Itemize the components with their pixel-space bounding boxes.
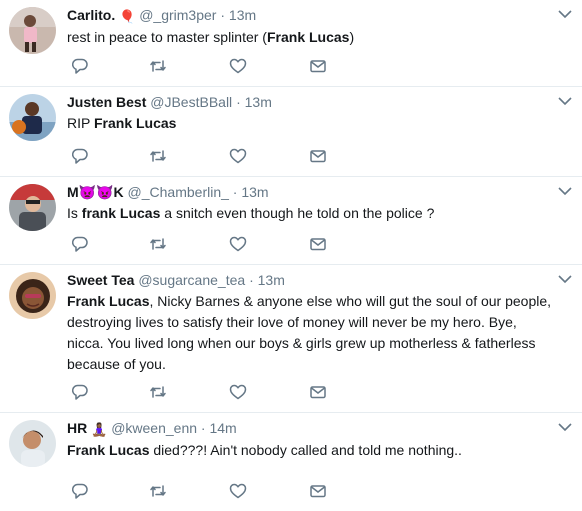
tweet-header: Sweet Tea @sugarcane_tea · 13m [67,271,552,290]
tweet-text-part: a snitch even though he told on the poli… [160,205,435,221]
direct-message-icon[interactable] [309,383,327,401]
tweet-text: Frank Lucas, Nicky Barnes & anyone else … [67,291,552,375]
reply-icon[interactable] [71,235,89,253]
tweet-header: M👿👿K @_Chamberlin_ · 13m [67,183,552,202]
tweet[interactable]: Justen Best @JBestBBall · 13m RIP Frank … [0,87,582,177]
username[interactable]: @sugarcane_tea [138,272,245,288]
reply-icon[interactable] [71,383,89,401]
retweet-icon[interactable] [149,147,167,165]
chevron-down-icon[interactable] [558,9,572,19]
tweet-text: Frank Lucas died???! Ain't nobody called… [67,440,552,461]
reply-icon[interactable] [71,57,89,75]
separator-dot: · [200,420,206,436]
display-name[interactable]: M👿👿K [67,184,124,200]
chevron-down-icon[interactable] [558,422,572,432]
like-icon[interactable] [229,482,247,500]
username[interactable]: @kween_enn [111,420,197,436]
tweet-text-highlight: frank Lucas [81,205,161,221]
display-name[interactable]: HR [67,420,87,436]
tweet-text-highlight: Frank Lucas [67,293,150,309]
tweet-text-highlight: Frank Lucas [67,442,150,458]
tweet-text-highlight: Frank Lucas [93,115,177,131]
like-icon[interactable] [229,383,247,401]
name-emoji: 🎈 [119,9,136,24]
tweet-text: RIP Frank Lucas [67,113,552,134]
display-name[interactable]: Carlito. [67,7,115,23]
separator-dot: · [249,272,254,288]
tweet[interactable]: M👿👿K @_Chamberlin_ · 13m Is frank Lucas … [0,177,582,265]
tweet-header: Carlito. 🎈 @_grim3per · 13m [67,6,552,26]
retweet-icon[interactable] [149,235,167,253]
chevron-down-icon[interactable] [558,96,572,106]
tweet-header: Justen Best @JBestBBall · 13m [67,93,552,112]
direct-message-icon[interactable] [309,482,327,500]
tweet[interactable]: Sweet Tea @sugarcane_tea · 13m Frank Luc… [0,265,582,413]
tweet-actions [71,57,331,75]
timestamp[interactable]: 13m [241,184,268,200]
tweet-actions [71,383,331,401]
tweet-header: HR 🧘🏾‍♀️ @kween_enn · 14m [67,419,552,439]
avatar[interactable] [9,7,56,54]
tweet[interactable]: Carlito. 🎈 @_grim3per · 13m rest in peac… [0,0,582,87]
retweet-icon[interactable] [149,57,167,75]
reply-icon[interactable] [71,147,89,165]
avatar[interactable] [9,94,56,141]
tweet-text-part: Is [67,205,82,221]
tweet-text-part: RIP [67,115,94,131]
avatar[interactable] [9,272,56,319]
tweet-text: rest in peace to master splinter (Frank … [67,27,552,48]
timestamp[interactable]: 13m [258,272,285,288]
tweet[interactable]: HR 🧘🏾‍♀️ @kween_enn · 14m Frank Lucas di… [0,413,582,511]
chevron-down-icon[interactable] [558,274,572,284]
like-icon[interactable] [229,57,247,75]
tweet-text-part: rest in peace to master splinter ( [67,29,267,45]
separator-dot: · [232,184,238,200]
display-name[interactable]: Justen Best [67,94,146,110]
tweet-text: Is frank Lucas a snitch even though he t… [67,203,552,224]
direct-message-icon[interactable] [309,235,327,253]
tweet-text-part: ) [349,29,355,45]
avatar[interactable] [9,420,56,467]
separator-dot: · [220,7,226,23]
timestamp[interactable]: 13m [229,7,256,23]
username[interactable]: @_Chamberlin_ [128,184,229,200]
chevron-down-icon[interactable] [558,186,572,196]
username[interactable]: @JBestBBall [150,94,232,110]
tweet-actions [71,235,331,253]
reply-icon[interactable] [71,482,89,500]
display-name[interactable]: Sweet Tea [67,272,134,288]
like-icon[interactable] [229,147,247,165]
tweet-actions [71,147,331,165]
name-emoji: 🧘🏾‍♀️ [91,422,108,437]
retweet-icon[interactable] [149,482,167,500]
tweet-actions [71,482,331,500]
separator-dot: · [236,94,241,110]
direct-message-icon[interactable] [309,147,327,165]
like-icon[interactable] [229,235,247,253]
tweet-text-highlight: Frank Lucas [266,29,350,45]
direct-message-icon[interactable] [309,57,327,75]
tweet-text-part: died???! Ain't nobody called and told me… [149,442,462,458]
avatar[interactable] [9,184,56,231]
timestamp[interactable]: 13m [245,94,272,110]
username[interactable]: @_grim3per [139,7,216,23]
timestamp[interactable]: 14m [209,420,236,436]
retweet-icon[interactable] [149,383,167,401]
